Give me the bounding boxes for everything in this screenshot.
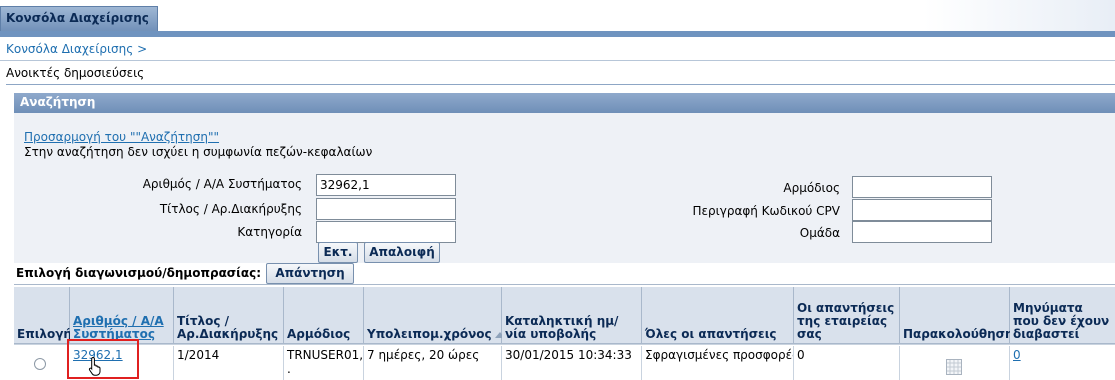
header-background	[158, 0, 1115, 31]
group-label: Ομάδα	[799, 226, 840, 240]
row-select-radio[interactable]	[34, 358, 46, 370]
console-tab[interactable]: Κονσόλα Διαχείρισης	[0, 6, 158, 32]
title-input[interactable]	[316, 198, 456, 220]
column-header-number[interactable]: Αριθμός / Α/Α Συστήματος	[70, 287, 174, 344]
column-header-select-label: Επιλογή	[17, 327, 72, 341]
title-divider	[6, 84, 1115, 85]
row-unread-cell: 0	[1010, 346, 1115, 380]
personalize-search-link[interactable]: Προσαρμογή του ""Αναζήτηση""	[24, 130, 219, 144]
header-bar	[0, 31, 1115, 37]
column-header-remaining-label: Υπολειπομ.χρόνος	[367, 327, 492, 341]
row-remaining-cell: 7 ημέρες, 20 ώρες	[364, 346, 502, 380]
title-label: Τίτλος / Αρ.Διακήρυξης	[159, 202, 302, 216]
row-company-responses-cell: 0	[794, 346, 900, 380]
column-header-unread: Μηνύματα που δεν έχουν διαβαστεί	[1010, 287, 1115, 344]
column-header-owner-label: Αρμόδιος	[287, 327, 351, 341]
column-header-number-label: Αριθμός / Α/Α Συστήματος	[73, 314, 164, 341]
breadcrumb-separator: >	[137, 42, 148, 56]
system-number-label: Αριθμός / Α/Α Συστήματος	[142, 177, 302, 191]
monitor-grid-icon[interactable]	[946, 359, 962, 375]
row-title-cell: 1/2014	[174, 346, 284, 380]
row-all-responses-cell: Σφραγισμένες προσφορές	[642, 346, 794, 380]
column-header-all-responses-label: Όλες οι απαντήσεις	[645, 327, 777, 341]
row-owner-value: TRNUSER01,	[287, 348, 364, 362]
column-header-monitor-label: Παρακολούθηση	[903, 327, 1014, 341]
selection-label: Επιλογή διαγωνισμού/δημοπρασίας:	[16, 266, 261, 280]
case-insensitive-note: Στην αναζήτηση δεν ισχύει η συμφωνία πεζ…	[24, 145, 373, 159]
respond-button[interactable]: Απάντηση	[266, 263, 354, 284]
category-label: Κατηγορία	[237, 225, 302, 239]
selection-divider	[14, 284, 1115, 285]
column-header-select: Επιλογή	[14, 287, 72, 344]
column-header-deadline-label: Καταληκτική ημ/νία υποβολής	[505, 314, 619, 341]
row-unread-link[interactable]: 0	[1013, 348, 1021, 362]
row-owner-continuation: .	[287, 362, 291, 376]
row-deadline-cell: 30/01/2015 10:34:33	[502, 346, 642, 380]
column-header-monitor: Παρακολούθηση	[900, 287, 1014, 344]
column-header-company-responses-label: Οι απαντήσεις της εταιρείας σας	[797, 301, 895, 341]
column-header-title: Τίτλος / Αρ.Διακήρυξης	[174, 287, 284, 344]
system-number-input[interactable]	[316, 174, 456, 196]
cpv-input[interactable]	[852, 199, 992, 221]
group-input[interactable]	[852, 221, 992, 243]
page-title: Ανοικτές δημοσιεύσεις	[6, 66, 145, 80]
clear-button[interactable]: Απαλοιφή	[364, 242, 440, 263]
hand-cursor-icon	[88, 356, 104, 376]
cpv-label: Περιγραφή Κωδικού CPV	[692, 204, 840, 218]
column-header-company-responses: Οι απαντήσεις της εταιρείας σας	[794, 287, 900, 344]
breadcrumb: Κονσόλα Διαχείρισης >	[6, 42, 147, 56]
column-header-deadline: Καταληκτική ημ/νία υποβολής	[502, 287, 642, 344]
search-section-header: Αναζήτηση	[14, 93, 1115, 113]
column-header-unread-label: Μηνύματα που δεν έχουν διαβαστεί	[1013, 301, 1110, 341]
column-header-remaining[interactable]: Υπολειπομ.χρόνος	[364, 287, 505, 344]
go-button[interactable]: Εκτ.	[318, 242, 358, 263]
column-header-owner: Αρμόδιος	[284, 287, 364, 344]
breadcrumb-console-link[interactable]: Κονσόλα Διαχείρισης	[6, 42, 133, 56]
column-header-title-label: Τίτλος / Αρ.Διακήρυξης	[177, 314, 279, 341]
owner-label: Αρμόδιος	[783, 181, 840, 195]
owner-input[interactable]	[852, 176, 992, 198]
row-owner-cell: TRNUSER01,.	[284, 346, 364, 380]
category-input[interactable]	[316, 221, 456, 243]
breadcrumb-divider	[0, 60, 1115, 61]
column-header-all-responses: Όλες οι απαντήσεις	[642, 287, 794, 344]
